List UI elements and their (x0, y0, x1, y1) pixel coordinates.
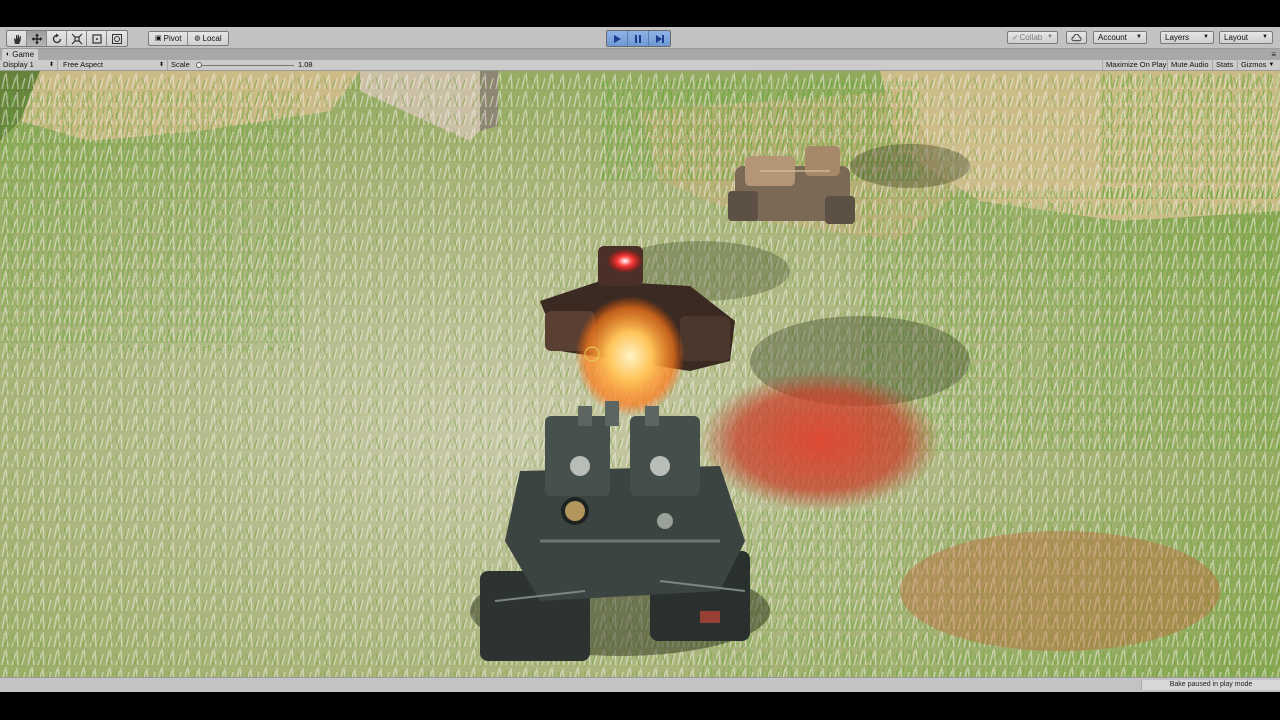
gizmos-dropdown[interactable]: Gizmos ▼ (1237, 60, 1277, 70)
aspect-label: Free Aspect (63, 60, 104, 69)
hand-tool-button[interactable] (7, 31, 27, 46)
layers-label: Layers (1165, 33, 1190, 42)
display-label: Display 1 (3, 60, 34, 69)
display-caret-icon: ⬍ (48, 62, 54, 68)
play-button[interactable] (607, 31, 628, 46)
layout-caret-icon: ▼ (1262, 34, 1268, 40)
aspect-dropdown[interactable]: Free Aspect ⬍ (60, 60, 168, 70)
enemy-robot-far (728, 146, 855, 224)
main-toolbar: ▣ Pivot ◍ Local ✓ Collab ▼ Account ▼ Lay… (0, 27, 1280, 49)
account-label: Account (1098, 33, 1127, 42)
scale-value: 1.08 (298, 60, 313, 69)
move-tool-button[interactable] (27, 31, 47, 46)
tab-menu-icon[interactable]: ≡ (1271, 49, 1276, 60)
collab-check-icon: ✓ (1012, 33, 1019, 42)
play-controls (606, 30, 671, 47)
collab-dropdown[interactable]: ✓ Collab ▼ (1007, 31, 1058, 44)
game-tab-icon: ◐ (6, 51, 11, 58)
window-tabbar: ◐ Game ≡ (0, 49, 1280, 60)
maximize-label: Maximize On Play (1106, 60, 1167, 69)
layers-caret-icon: ▼ (1203, 34, 1209, 40)
pivot-toggle-group: ▣ Pivot ◍ Local (148, 31, 229, 46)
scale-tool-button[interactable] (67, 31, 87, 46)
mute-label: Mute Audio (1171, 60, 1209, 69)
bottom-letterbox (0, 692, 1280, 720)
status-message: Bake paused in play mode (1141, 680, 1280, 690)
local-button[interactable]: ◍ Local (188, 32, 227, 45)
scale-icon (71, 33, 82, 44)
game-tab-label: Game (12, 50, 35, 59)
local-icon: ◍ (194, 35, 201, 42)
move-arrows-icon (31, 33, 42, 44)
layout-dropdown[interactable]: Layout ▼ (1219, 31, 1273, 44)
layers-dropdown[interactable]: Layers ▼ (1160, 31, 1214, 44)
aspect-caret-icon: ⬍ (158, 62, 164, 68)
account-dropdown[interactable]: Account ▼ (1093, 31, 1147, 44)
gizmos-label: Gizmos (1241, 60, 1267, 69)
step-icon (655, 34, 664, 43)
pivot-button[interactable]: ▣ Pivot (149, 32, 189, 45)
rotate-icon (52, 33, 61, 43)
account-caret-icon: ▼ (1136, 34, 1142, 40)
game-view-toolbar: Display 1 ⬍ Free Aspect ⬍ Scale 1.08 Max… (0, 60, 1280, 71)
stats-label: Stats (1216, 60, 1234, 69)
cloud-icon (1071, 33, 1082, 41)
cloud-button[interactable] (1066, 31, 1087, 44)
gizmos-caret-icon: ▼ (1268, 62, 1275, 68)
tab-game[interactable]: ◐ Game (2, 49, 39, 60)
muzzle-explosion (575, 296, 685, 416)
scale-slider-thumb[interactable] (196, 62, 202, 68)
rect-tool-button[interactable] (87, 31, 107, 46)
mute-audio-button[interactable]: Mute Audio (1167, 60, 1212, 70)
stats-button[interactable]: Stats (1212, 60, 1236, 70)
pause-icon (635, 34, 641, 43)
display-dropdown[interactable]: Display 1 ⬍ (0, 60, 58, 70)
step-button[interactable] (649, 31, 670, 46)
transform-tool-button[interactable] (107, 31, 127, 46)
status-bar: Bake paused in play mode (0, 677, 1280, 692)
rect-icon (91, 33, 102, 44)
game-scene (0, 71, 1280, 677)
top-letterbox (0, 0, 1280, 27)
transform-tools (6, 30, 128, 47)
game-viewport[interactable] (0, 71, 1280, 677)
pivot-icon: ▣ (155, 35, 162, 42)
hand-icon (13, 34, 21, 44)
collab-label: Collab (1019, 33, 1043, 42)
layout-label: Layout (1224, 33, 1249, 42)
play-icon (614, 34, 621, 43)
pause-button[interactable] (628, 31, 649, 46)
rotate-tool-button[interactable] (47, 31, 67, 46)
transform-icon (112, 33, 122, 44)
pivot-label: Pivot (163, 34, 182, 43)
local-label: Local (202, 34, 222, 43)
maximize-on-play-button[interactable]: Maximize On Play (1102, 60, 1169, 70)
scale-slider-track[interactable] (196, 65, 294, 66)
scale-label: Scale (171, 60, 190, 69)
collab-caret-icon: ▼ (1047, 34, 1053, 40)
